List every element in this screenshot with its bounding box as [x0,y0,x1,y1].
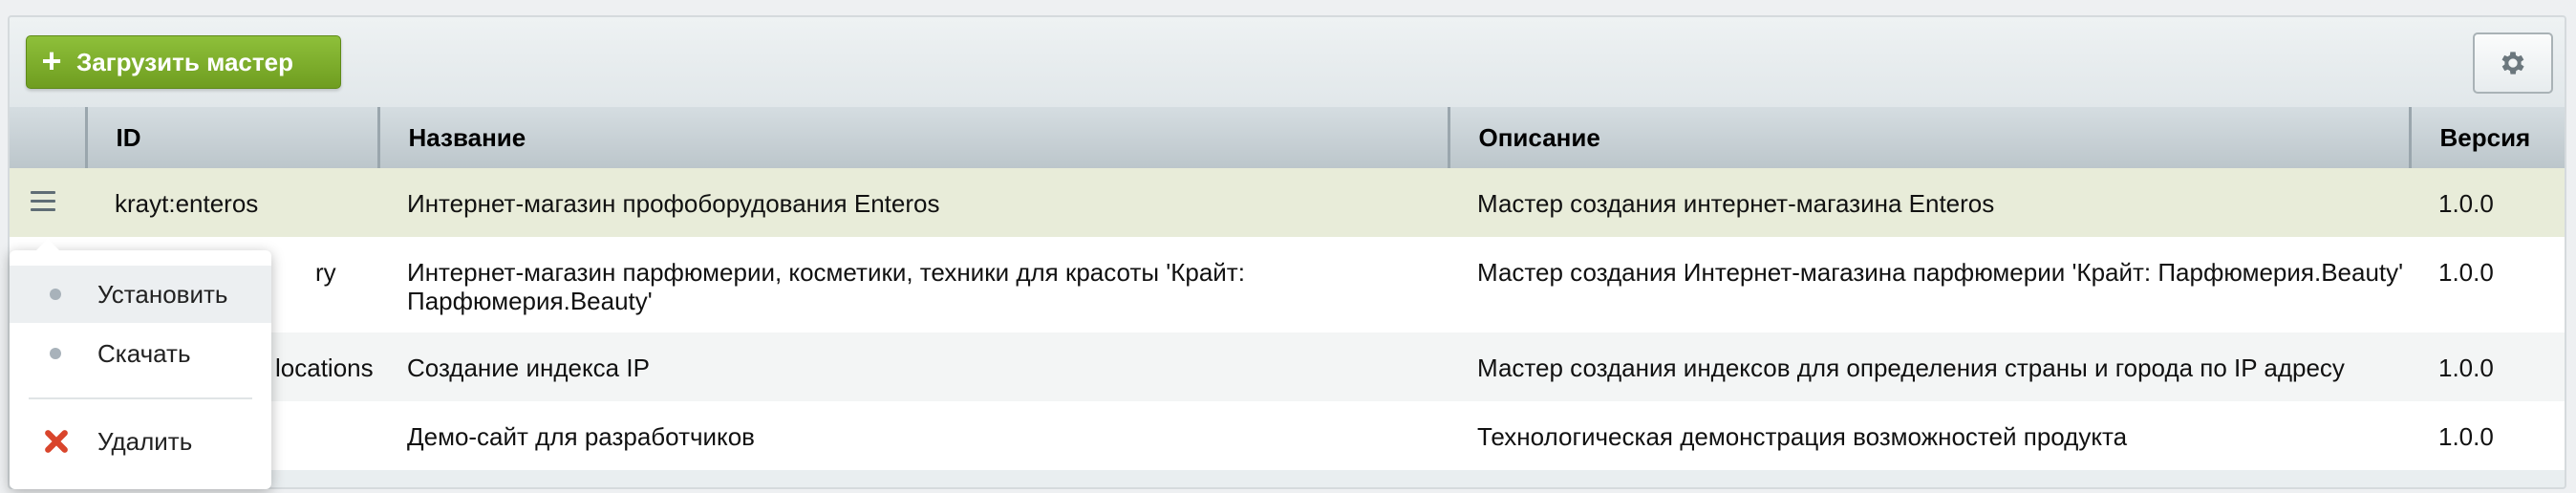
table-header: ID Название Описание Версия [10,107,2565,168]
header-id[interactable]: ID [86,107,380,168]
cell-version: 1.0.0 [2410,237,2565,332]
wizard-list-panel: + Загрузить мастер ID Название Описание … [8,15,2566,489]
table-row[interactable]: ry Интернет-магазин парфюмерии, косметик… [10,237,2565,332]
header-name[interactable]: Название [378,107,1450,168]
row-context-menu: Установить Скачать Удалить [10,239,271,489]
menu-item-label: Скачать [97,338,191,368]
menu-item-delete[interactable]: Удалить [10,413,271,470]
popup-arrow [36,239,59,250]
menu-separator [29,397,252,399]
menu-item-label: Установить [97,279,228,309]
header-description[interactable]: Описание [1449,107,2412,168]
cell-version: 1.0.0 [2410,401,2565,470]
cell-id: krayt:enteros [86,168,378,237]
wizards-table: ID Название Описание Версия krayt:entero… [10,107,2565,470]
menu-item-label: Удалить [97,426,193,456]
header-actions [10,107,88,168]
table-row[interactable]: locations Создание индекса IP Мастер соз… [10,332,2565,401]
cell-description: Мастер создания интернет-магазина Entero… [1449,168,2410,237]
cell-description: Технологическая демонстрация возможносте… [1449,401,2410,470]
delete-icon [45,430,68,453]
cell-version: 1.0.0 [2410,168,2565,237]
cell-name: Демо-сайт для разработчиков [378,401,1449,470]
plus-icon: + [41,40,62,80]
header-version[interactable]: Версия [2410,107,2565,168]
upload-wizard-label: Загрузить мастер [76,47,293,76]
cell-name: Интернет-магазин парфюмерии, косметики, … [378,237,1449,332]
cell-description: Мастер создания индексов для определения… [1449,332,2410,401]
toolbar: + Загрузить мастер [10,17,2565,107]
gear-icon [2501,52,2524,75]
table-row[interactable]: Демо-сайт для разработчиков Технологичес… [10,401,2565,470]
cell-version: 1.0.0 [2410,332,2565,401]
cell-name: Создание индекса IP [378,332,1449,401]
settings-button[interactable] [2473,32,2553,94]
row-menu-icon[interactable] [31,191,55,211]
cell-description: Мастер создания Интернет-магазина парфюм… [1449,237,2410,332]
bullet-icon [50,289,61,300]
upload-wizard-button[interactable]: + Загрузить мастер [26,35,341,89]
menu-item-install[interactable]: Установить [10,266,271,323]
table-row[interactable]: krayt:enteros Интернет-магазин профобору… [10,168,2565,237]
cell-name: Интернет-магазин профоборудования Entero… [378,168,1449,237]
bullet-icon [50,348,61,359]
menu-item-download[interactable]: Скачать [10,325,271,382]
